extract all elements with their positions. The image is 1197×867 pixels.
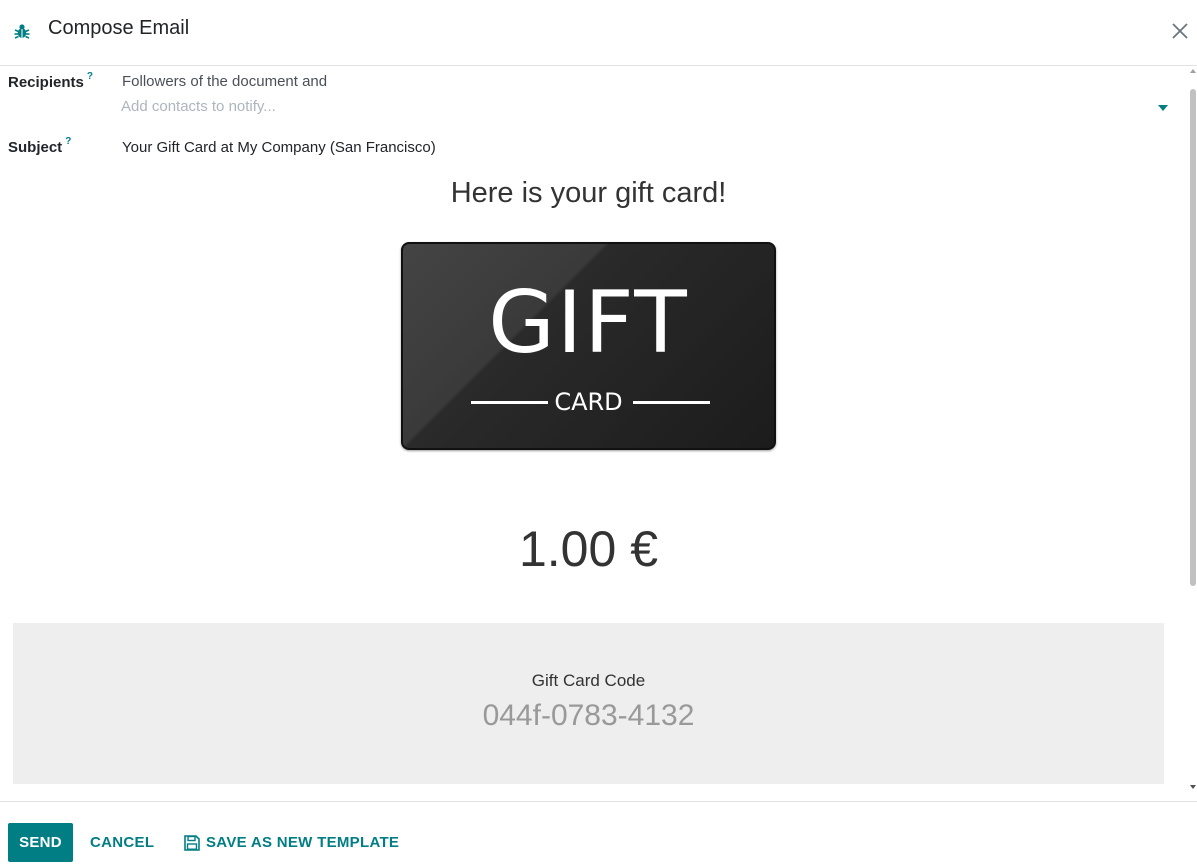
vertical-scrollbar[interactable] xyxy=(1189,67,1197,801)
gift-card-line-right xyxy=(633,401,710,404)
gift-card-small-text: CARD xyxy=(554,388,623,416)
subject-label: Subject? xyxy=(8,136,71,156)
scroll-down-arrow-icon[interactable] xyxy=(1190,785,1196,789)
save-as-template-label: SAVE AS NEW TEMPLATE xyxy=(206,834,400,851)
subject-field[interactable]: Your Gift Card at My Company (San Franci… xyxy=(122,139,436,156)
close-icon[interactable] xyxy=(1168,19,1192,43)
gift-card-code-value: 044f-0783-4132 xyxy=(482,699,695,732)
scroll-thumb[interactable] xyxy=(1190,89,1196,586)
gift-card-code-label: Gift Card Code xyxy=(531,671,646,690)
dialog-header: Compose Email xyxy=(0,0,1197,66)
contacts-input[interactable] xyxy=(121,94,1151,118)
recipients-label-text: Recipients xyxy=(8,74,84,91)
subject-label-text: Subject xyxy=(8,139,63,156)
dialog-footer: SEND CANCEL SAVE AS NEW TEMPLATE xyxy=(0,801,1197,867)
caret-down-icon[interactable] xyxy=(1158,105,1168,111)
followers-text: Followers of the document and xyxy=(122,73,328,90)
recipients-label: Recipients? xyxy=(8,71,93,91)
gift-card-big-text: GIFT xyxy=(488,273,689,373)
email-heading: Here is your gift card! xyxy=(450,177,727,209)
recipients-help-icon[interactable]: ? xyxy=(87,71,93,82)
send-button[interactable]: SEND xyxy=(8,823,73,862)
gift-card-amount: 1.00 € xyxy=(518,521,658,577)
gift-card-code-box: Gift Card Code 044f-0783-4132 xyxy=(13,623,1164,784)
subject-help-icon[interactable]: ? xyxy=(65,136,71,147)
dialog-title: Compose Email xyxy=(48,17,190,39)
floppy-disk-icon xyxy=(184,835,200,851)
gift-card-image: GIFT CARD xyxy=(401,242,776,450)
dialog-body: Recipients? Followers of the document an… xyxy=(0,67,1197,801)
bug-icon xyxy=(14,24,30,39)
scroll-up-arrow-icon[interactable] xyxy=(1190,69,1196,73)
cancel-button[interactable]: CANCEL xyxy=(90,823,154,862)
